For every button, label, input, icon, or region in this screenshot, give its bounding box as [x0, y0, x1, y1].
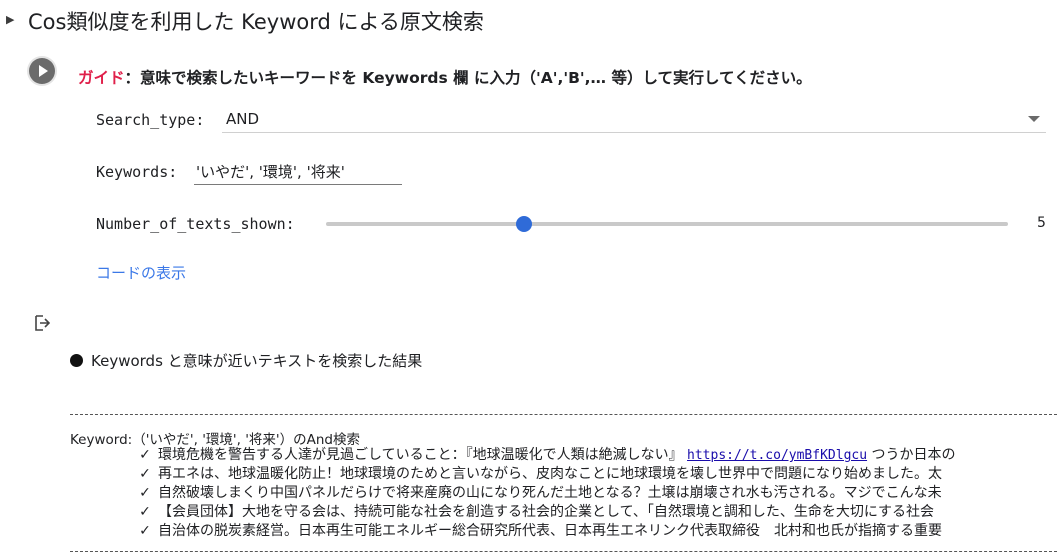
- check-icon: ✓: [139, 466, 151, 482]
- guide-label: ガイド: [78, 69, 125, 87]
- section-title: Cos類似度を利用した Keyword による原文検索: [28, 10, 484, 34]
- result-item: ✓ 自然破壊しまくり中国パネルだらけで将来産廃の山になり死んだ土地となる？土壌は崩…: [132, 484, 1057, 503]
- result-heading: Keywords と意味が近いテキストを検索した結果: [70, 350, 422, 371]
- section-header: ▶ Cos類似度を利用した Keyword による原文検索: [0, 0, 1057, 40]
- search-type-value: AND: [226, 110, 260, 128]
- result-text: 自然破壊しまくり中国パネルだらけで将来産廃の山になり死んだ土地となる？土壌は崩壊…: [158, 485, 942, 501]
- texts-shown-value: 5: [1037, 215, 1046, 231]
- result-text: 再エネは、地球温暖化防止！地球環境のためと言いながら、皮肉なことに地球環境を壊し…: [158, 466, 942, 482]
- result-link[interactable]: https://t.co/ymBfKDlgcu: [687, 448, 867, 463]
- guide-text: ガイド：意味で検索したいキーワードを Keywords 欄 に入力（'A','B…: [78, 66, 812, 88]
- result-text-tail: つうか日本の: [867, 447, 956, 463]
- show-code-link[interactable]: コードの表示: [96, 262, 186, 283]
- check-icon: ✓: [139, 523, 151, 539]
- triangle-right-icon[interactable]: ▶: [6, 13, 14, 26]
- output-arrow-icon[interactable]: [34, 314, 50, 332]
- texts-shown-label: Number_of_texts_shown:: [96, 215, 295, 233]
- result-item: ✓ 再エネは、地球温暖化防止！地球環境のためと言いながら、皮肉なことに地球環境を壊…: [132, 465, 1057, 484]
- result-item: ✓ 【会員団体】大地を守る会は、持続可能な社会を創造する社会的企業として、「自然環…: [132, 503, 1057, 522]
- keywords-input[interactable]: [194, 158, 402, 185]
- check-icon: ✓: [139, 504, 151, 520]
- keywords-label: Keywords:: [96, 163, 178, 181]
- check-icon: ✓: [139, 447, 151, 463]
- dropdown-arrow-icon: [1028, 116, 1040, 122]
- run-cell-button[interactable]: [29, 58, 55, 84]
- search-type-select[interactable]: AND: [222, 106, 1046, 133]
- result-item: ✓ 自治体の脱炭素経営。日本再生可能エネルギー総合研究所代表、日本再生エネリンク代…: [132, 522, 1057, 541]
- keyword-summary: Keyword:（'いやだ', '環境', '将来'）のAnd検索: [70, 432, 360, 448]
- texts-shown-slider[interactable]: [326, 214, 1008, 234]
- divider-top: [70, 414, 1057, 415]
- result-item: ✓ 環境危機を警告する人達が見過ごしていること：『地球温暖化で人類は絶滅しない』 …: [132, 446, 1057, 465]
- bullet-icon: [70, 354, 83, 367]
- check-icon: ✓: [139, 485, 151, 501]
- result-heading-text: Keywords と意味が近いテキストを検索した結果: [91, 352, 423, 370]
- result-text: 【会員団体】大地を守る会は、持続可能な社会を創造する社会的企業として、「自然環境…: [158, 504, 935, 520]
- result-text: 自治体の脱炭素経営。日本再生可能エネルギー総合研究所代表、日本再生エネリンク代表…: [158, 523, 942, 539]
- result-text: 環境危機を警告する人達が見過ごしていること：『地球温暖化で人類は絶滅しない』: [158, 447, 688, 463]
- result-list: ✓ 環境危機を警告する人達が見過ごしていること：『地球温暖化で人類は絶滅しない』 …: [132, 446, 1057, 541]
- divider-bottom: [70, 551, 1057, 552]
- slider-thumb[interactable]: [515, 216, 532, 232]
- search-type-label: Search_type:: [96, 111, 205, 129]
- slider-track[interactable]: [326, 222, 1008, 226]
- guide-body: ：意味で検索したいキーワードを Keywords 欄 に入力（'A','B',……: [124, 69, 812, 87]
